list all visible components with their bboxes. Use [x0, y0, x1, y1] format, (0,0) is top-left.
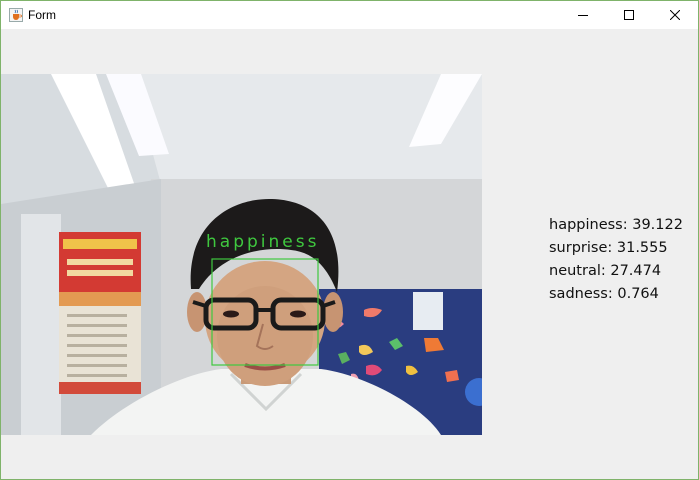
maximize-icon — [624, 10, 634, 20]
form-content: happiness happiness: 39.122 surprise: 31… — [1, 29, 698, 479]
close-icon — [670, 10, 680, 20]
java-cup-icon — [9, 8, 23, 22]
emotion-score-neutral: neutral: 27.474 — [549, 263, 662, 279]
title-bar[interactable]: Form — [1, 1, 698, 29]
window-title: Form — [28, 8, 56, 22]
emotion-scores: happiness: 39.122 surprise: 31.555 neutr… — [549, 214, 683, 306]
app-window: Form happiness happiness: 39.122 surpris… — [0, 0, 699, 480]
minimize-icon — [578, 10, 588, 20]
emotion-score-happiness: happiness: 39.122 — [549, 217, 683, 233]
minimize-button[interactable] — [560, 1, 606, 29]
detected-emotion-label: happiness — [206, 232, 320, 252]
maximize-button[interactable] — [606, 1, 652, 29]
emotion-score-surprise: surprise: 31.555 — [549, 240, 668, 256]
close-button[interactable] — [652, 1, 698, 29]
camera-feed: happiness — [1, 74, 482, 435]
emotion-score-sadness: sadness: 0.764 — [549, 286, 659, 302]
